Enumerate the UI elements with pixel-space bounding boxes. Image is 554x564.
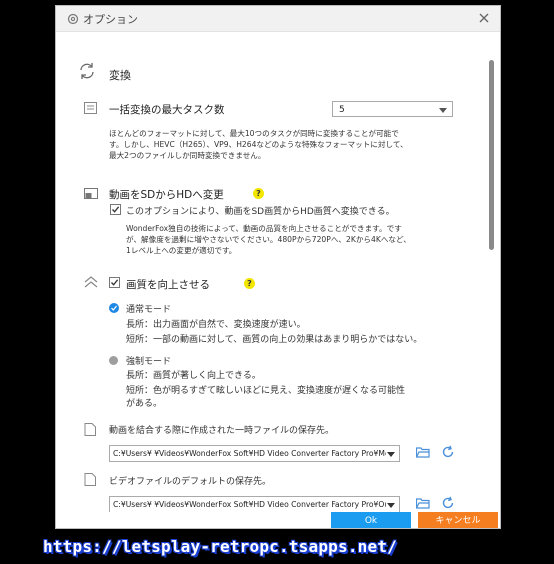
force-mode-con-line1: 短所：色が明るすぎて眩しいほどに見え、変換速度が遅くなる可能性 xyxy=(126,386,406,396)
normal-mode-label: 通常モード xyxy=(126,305,172,315)
chevron-down-icon xyxy=(386,450,396,458)
title-bar: オプション xyxy=(56,6,500,32)
dialog-title: オプション xyxy=(83,13,138,26)
sd-to-hd-heading: 動画をSDからHDへ変更 xyxy=(109,189,224,201)
cancel-button[interactable]: キャンセル xyxy=(418,512,498,528)
folder-open-icon[interactable] xyxy=(416,497,430,509)
force-mode-pro: 長所：画質が著しく向上できる。 xyxy=(126,371,261,381)
max-tasks-select[interactable]: 5 xyxy=(332,101,453,117)
sd-to-hd-checkbox[interactable] xyxy=(110,204,121,215)
force-mode-label: 強制モード xyxy=(126,357,172,367)
default-folder-path: C:¥Users¥ ¥Videos¥WonderFox Soft¥HD Vide… xyxy=(113,500,390,509)
normal-mode-pro: 長所：出力画面が自然で、変換速度が速い。 xyxy=(126,320,306,330)
chevron-down-icon xyxy=(439,108,447,113)
quality-checkbox[interactable] xyxy=(109,277,120,288)
check-icon xyxy=(111,305,117,311)
file-icon xyxy=(84,423,96,436)
ok-button[interactable]: Ok xyxy=(331,512,411,528)
refresh-convert-icon xyxy=(80,63,94,79)
refresh-icon[interactable] xyxy=(441,496,455,510)
quality-heading: 画質を向上させる xyxy=(126,279,210,291)
max-tasks-description: ほとんどのフォーマットに対して、最大10つのタスクが同時に変換することが可能で … xyxy=(109,129,408,160)
force-mode-radio[interactable] xyxy=(109,356,118,365)
sd-to-hd-help-icon[interactable]: ? xyxy=(253,188,264,199)
max-tasks-value: 5 xyxy=(339,105,345,115)
convert-heading: 変換 xyxy=(109,69,131,82)
temp-folder-path: C:¥Users¥ ¥Videos¥WonderFox Soft¥HD Vide… xyxy=(113,449,390,458)
sd-to-hd-checkbox-label: このオプションにより、動画をSD画質からHD画質へ変換できる。 xyxy=(126,207,395,217)
close-icon[interactable] xyxy=(476,10,492,26)
max-tasks-label: 一括変換の最大タスク数 xyxy=(109,104,225,116)
quality-help-icon[interactable]: ? xyxy=(244,278,255,289)
refresh-icon[interactable] xyxy=(441,445,455,459)
vertical-scrollbar[interactable] xyxy=(489,60,494,250)
options-dialog: オプション 変換 一括変換の最大タスク数 5 ほとんどのフォーマットに対して、最… xyxy=(55,5,501,529)
default-folder-label: ビデオファイルのデフォルトの保存先。 xyxy=(109,477,272,487)
temp-folder-path-field[interactable]: C:¥Users¥ ¥Videos¥WonderFox Soft¥HD Vide… xyxy=(109,445,400,462)
folder-open-icon[interactable] xyxy=(416,446,430,458)
file-icon xyxy=(84,473,96,486)
normal-mode-radio[interactable] xyxy=(109,303,119,313)
force-mode-con-line2: がある。 xyxy=(126,399,163,409)
check-icon xyxy=(111,279,119,286)
options-content: 変換 一括変換の最大タスク数 5 ほとんどのフォーマットに対して、最大10つのタ… xyxy=(56,32,500,513)
sd-to-hd-description: WonderFox独自の技術によって、動画の品質を向上させることができます。です… xyxy=(126,224,411,255)
temp-folder-label: 動画を結合する際に作成された一時ファイルの保存先。 xyxy=(109,426,335,436)
default-folder-path-field[interactable]: C:¥Users¥ ¥Videos¥WonderFox Soft¥HD Vide… xyxy=(109,496,400,513)
task-count-icon xyxy=(84,102,97,114)
gear-icon xyxy=(67,13,79,25)
double-chevron-up-icon xyxy=(84,276,98,288)
dialog-footer: Ok キャンセル xyxy=(56,512,500,528)
check-icon xyxy=(112,206,120,213)
watermark-url: https://letsplay-retropc.tsapps.net/ xyxy=(43,537,397,556)
chevron-down-icon xyxy=(386,501,396,509)
sd-hd-icon xyxy=(84,188,98,199)
normal-mode-con: 短所：一部の動画に対して、画質の向上の効果はあまり明らかではない。 xyxy=(126,335,423,345)
